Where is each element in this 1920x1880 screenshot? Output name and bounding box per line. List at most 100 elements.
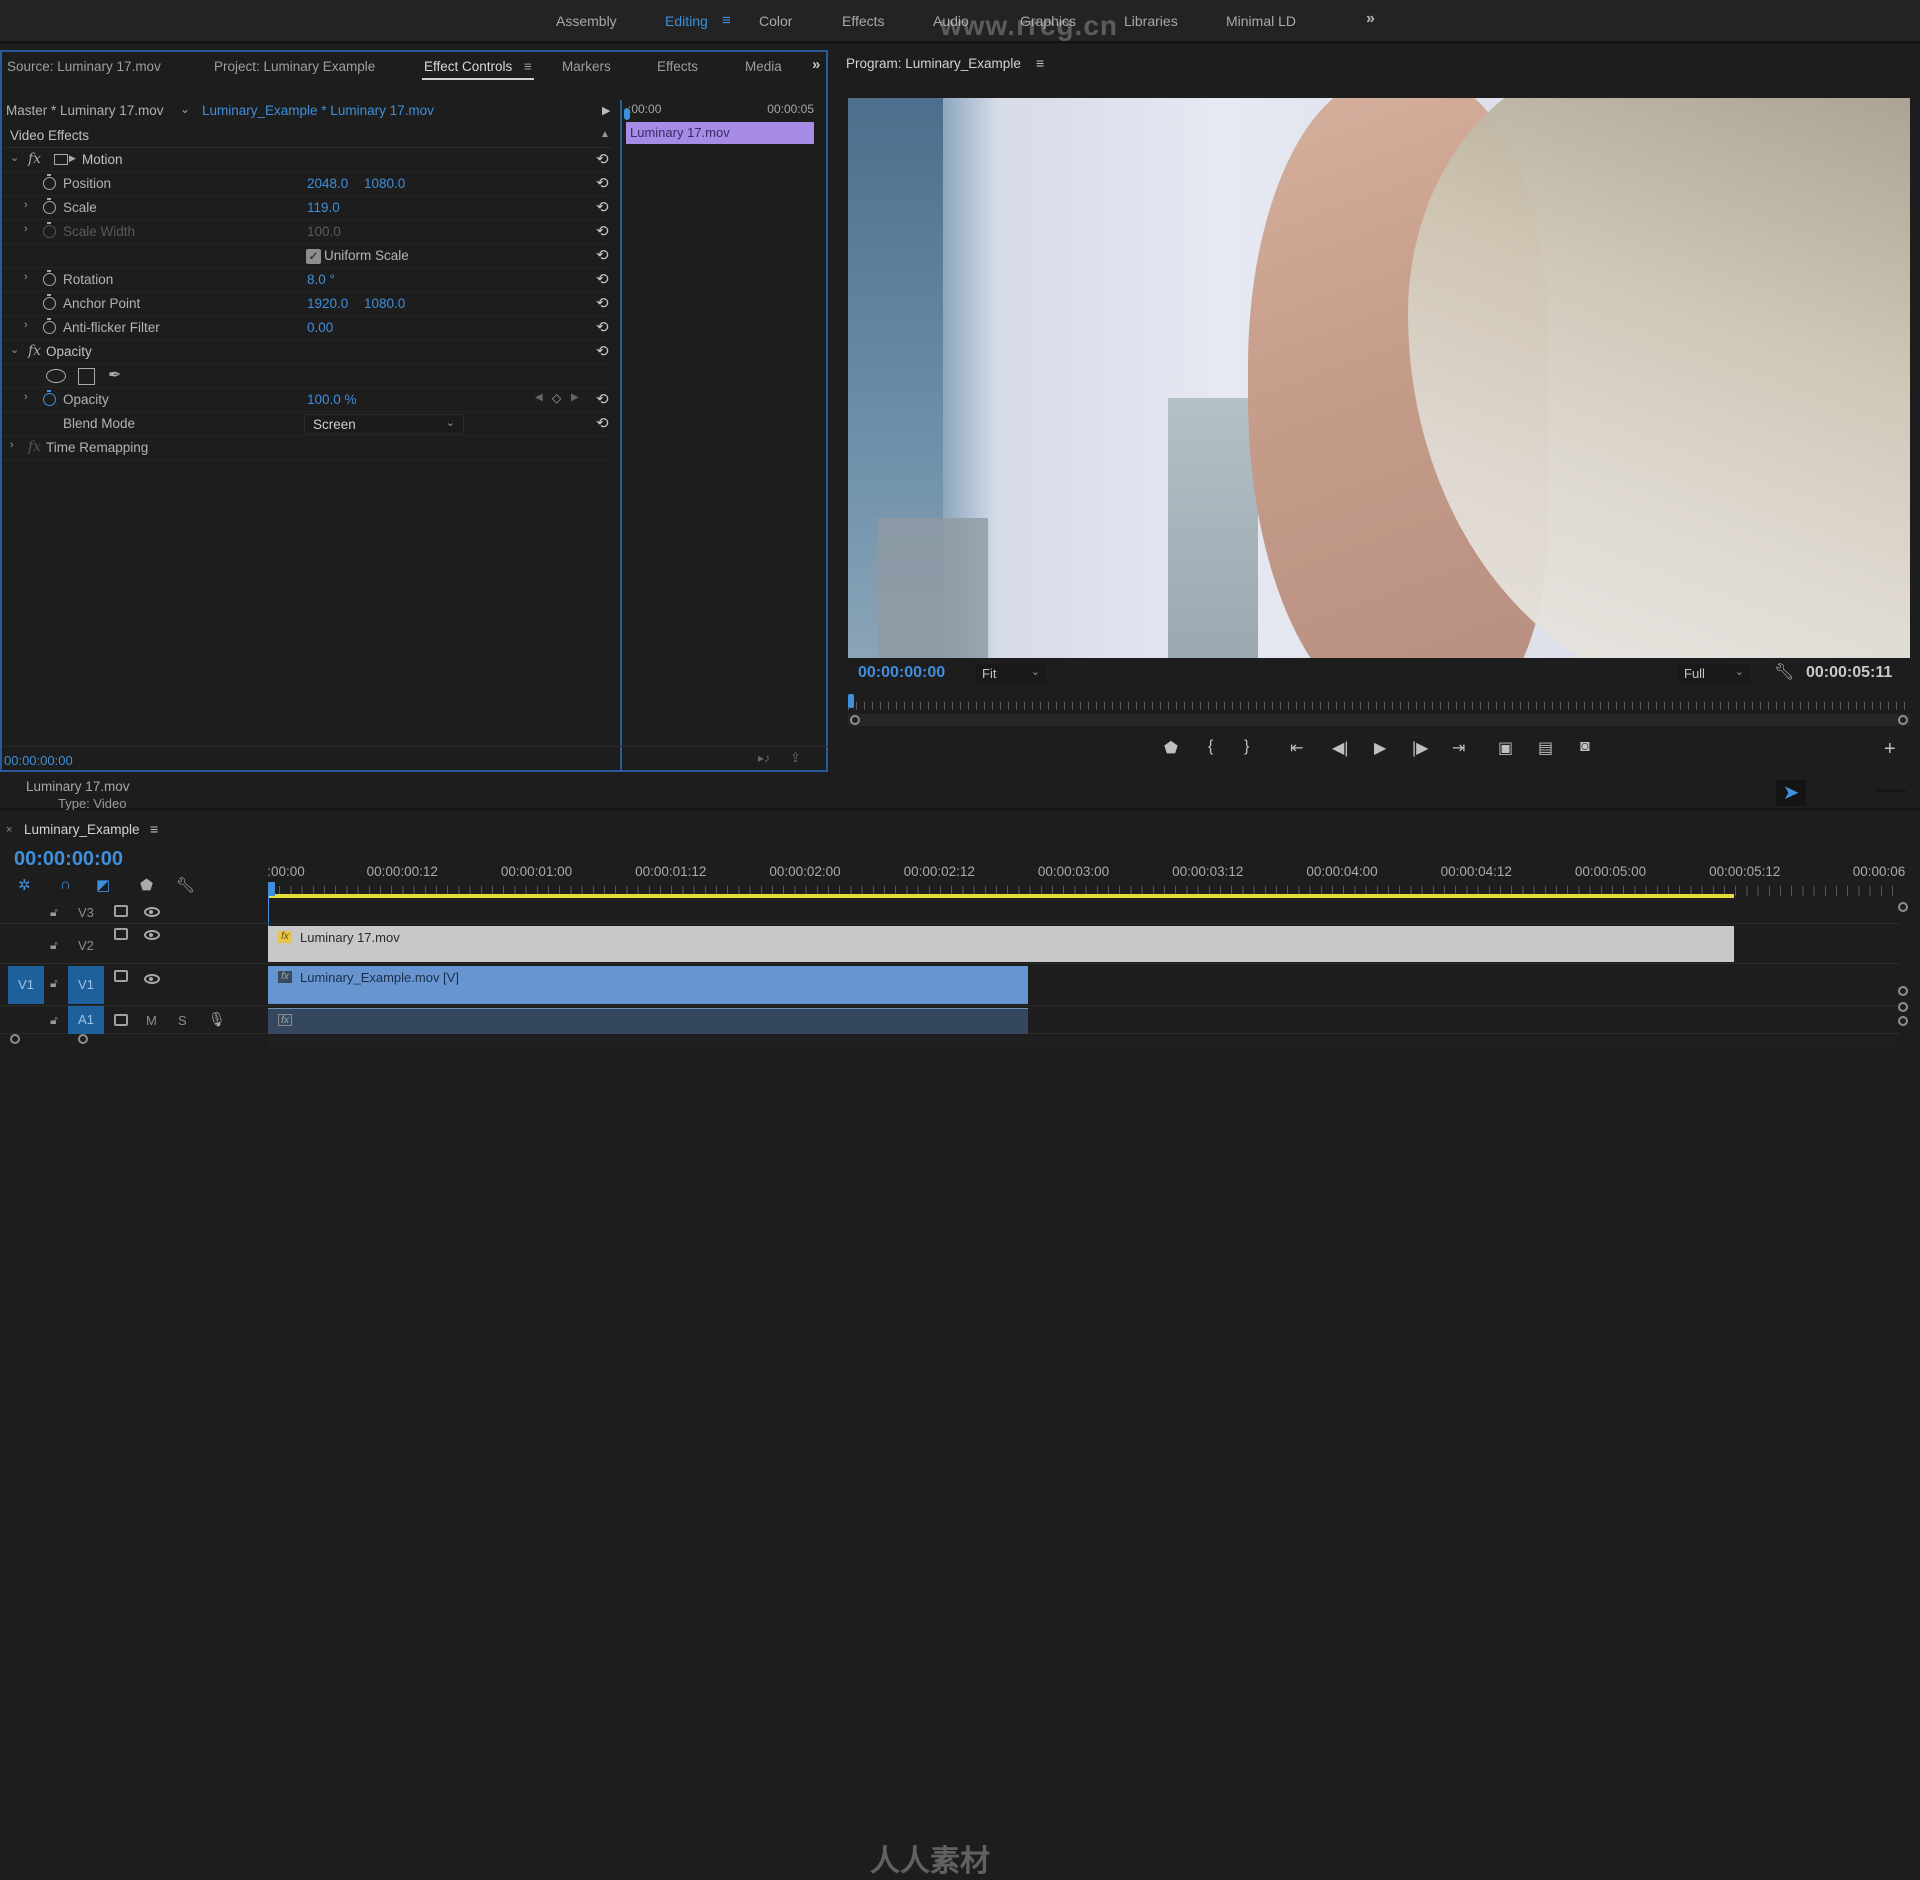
mute-button[interactable]: M (146, 1013, 157, 1028)
workspace-menu-icon[interactable]: ≡ (722, 12, 731, 29)
selection-tool-icon[interactable]: ➤ (1776, 780, 1806, 806)
fx-toggle-icon[interactable]: fx (28, 151, 41, 167)
add-keyframe-icon[interactable]: ◇ (552, 391, 561, 405)
tab-markers[interactable]: Markers (562, 59, 611, 74)
tab-media[interactable]: Media (745, 59, 782, 74)
stopwatch-icon[interactable] (43, 390, 56, 406)
horizontal-scrollbar[interactable] (268, 1038, 1898, 1048)
position-y-value[interactable]: 1080.0 (364, 176, 405, 191)
sequence-clip-label[interactable]: Luminary_Example * Luminary 17.mov (202, 103, 434, 118)
reset-icon[interactable]: ⟲ (596, 390, 609, 408)
extract-icon[interactable]: ▤ (1538, 738, 1553, 758)
play-audio-icon[interactable]: ▸♪ (758, 751, 770, 765)
eye-icon[interactable] (144, 974, 160, 984)
nest-sequence-icon[interactable]: ✲ (18, 876, 31, 894)
snap-magnet-icon[interactable]: ∩ (60, 876, 71, 893)
chevron-right-icon[interactable]: › (24, 271, 28, 283)
program-monitor-title[interactable]: Program: Luminary_Example (846, 56, 1021, 71)
workspace-editing[interactable]: Editing (665, 13, 708, 29)
program-playhead[interactable] (848, 694, 854, 708)
timeline-clip[interactable]: fx Luminary_Example.mov [V] (268, 966, 1028, 1004)
chevron-right-icon[interactable]: › (24, 391, 28, 403)
chevron-right-icon[interactable]: › (10, 439, 14, 451)
track-target-v1[interactable]: V1 (68, 966, 104, 1004)
lock-icon[interactable]: 🔓︎ (50, 938, 58, 953)
panel-menu-icon[interactable]: ≡ (150, 821, 158, 837)
reset-icon[interactable]: ⟲ (596, 294, 609, 312)
mark-in-icon[interactable]: { (1208, 738, 1213, 756)
reset-icon[interactable]: ⟲ (596, 318, 609, 336)
opacity-effect-header[interactable]: ⌄ fx Opacity ⟲ (2, 340, 612, 364)
workspace-assembly[interactable]: Assembly (556, 13, 617, 29)
export-icon[interactable]: ⇪ (790, 750, 801, 766)
anchor-y-value[interactable]: 1080.0 (364, 296, 405, 311)
timeline-current-time[interactable]: 00:00:00:00 (14, 848, 123, 871)
track-label[interactable]: V2 (78, 938, 94, 953)
lift-icon[interactable]: ▣ (1498, 738, 1513, 758)
sequence-tab[interactable]: Luminary_Example (24, 822, 140, 837)
tab-project[interactable]: Project: Luminary Example (214, 59, 375, 74)
uniform-scale-checkbox[interactable]: ✓ (306, 249, 321, 264)
track-height-handle[interactable] (10, 1034, 20, 1044)
collapse-up-icon[interactable]: ▲ (600, 129, 610, 140)
add-marker-icon[interactable]: ⬟ (140, 876, 153, 894)
ellipse-mask-icon[interactable] (46, 369, 66, 383)
workspace-effects[interactable]: Effects (842, 13, 885, 29)
reset-icon[interactable]: ⟲ (596, 342, 609, 360)
opacity-value[interactable]: 100.0 % (307, 392, 357, 407)
timeline-playhead[interactable] (268, 882, 275, 896)
vertical-scrollbar[interactable] (1898, 902, 1910, 1032)
eye-icon[interactable] (144, 930, 160, 940)
motion-effect-header[interactable]: ⌄ fx ▶ Motion ⟲ (2, 148, 612, 172)
scale-value[interactable]: 119.0 (307, 200, 340, 215)
mark-out-icon[interactable]: } (1244, 738, 1249, 756)
program-zoom-scrollbar[interactable] (848, 714, 1910, 726)
chevron-down-icon[interactable]: ⌄ (10, 343, 19, 356)
workspace-minimal-ld[interactable]: Minimal LD (1226, 13, 1296, 29)
blend-mode-select[interactable]: Screen ⌄ (304, 414, 464, 434)
zoom-handle-left[interactable] (850, 715, 860, 725)
chevron-right-icon[interactable]: › (24, 319, 28, 331)
reset-icon[interactable]: ⟲ (596, 246, 609, 264)
stopwatch-icon[interactable] (43, 174, 56, 190)
chevron-down-icon[interactable]: ⌄ (10, 151, 19, 164)
marker-icon[interactable]: ⬟ (1164, 738, 1178, 758)
solo-button[interactable]: S (178, 1013, 187, 1028)
microphone-icon[interactable]: 🎙︎ (208, 1011, 226, 1028)
stopwatch-icon[interactable] (43, 318, 56, 334)
go-to-in-icon[interactable]: ⇤ (1290, 738, 1303, 758)
resolution-select[interactable]: Full ⌄ (1678, 664, 1750, 684)
chevron-down-icon[interactable]: ⌄ (180, 102, 190, 116)
tab-menu-icon[interactable]: ≡ (524, 59, 532, 74)
reset-icon[interactable]: ⟲ (596, 150, 609, 168)
rectangle-mask-icon[interactable] (78, 368, 95, 385)
work-area-bar[interactable] (268, 894, 1734, 898)
timeline-clip[interactable]: fx Luminary 17.mov (268, 926, 1734, 962)
panel-menu-icon[interactable]: ≡ (1036, 55, 1044, 71)
timeline-audio-clip[interactable]: fx (268, 1008, 1028, 1034)
step-forward-icon[interactable]: |▶ (1412, 738, 1428, 758)
sync-lock-icon[interactable] (114, 905, 128, 917)
eye-icon[interactable] (144, 907, 160, 917)
source-patch-v1[interactable]: V1 (8, 966, 44, 1004)
track-height-handle[interactable] (78, 1034, 88, 1044)
sync-lock-icon[interactable] (114, 928, 128, 940)
program-time-ruler[interactable] (848, 696, 1910, 714)
zoom-level-select[interactable]: Fit ⌄ (976, 664, 1046, 684)
reset-icon[interactable]: ⟲ (596, 270, 609, 288)
anti-flicker-value[interactable]: 0.00 (307, 320, 333, 335)
sync-lock-icon[interactable] (114, 1014, 128, 1026)
workspace-color[interactable]: Color (759, 13, 792, 29)
program-current-time[interactable]: 00:00:00:00 (858, 664, 945, 682)
linked-selection-icon[interactable]: ◩ (96, 876, 110, 894)
lock-icon[interactable]: 🔓︎ (50, 1013, 58, 1028)
go-to-out-icon[interactable]: ⇥ (1452, 738, 1465, 758)
reset-icon[interactable]: ⟲ (596, 174, 609, 192)
workspace-libraries[interactable]: Libraries (1124, 13, 1178, 29)
position-x-value[interactable]: 2048.0 (307, 176, 348, 191)
scroll-handle[interactable] (1898, 902, 1908, 912)
master-clip-label[interactable]: Master * Luminary 17.mov (6, 103, 164, 118)
export-frame-icon[interactable]: ◙ (1580, 738, 1590, 756)
mini-timeline-clip[interactable]: Luminary 17.mov (626, 122, 814, 144)
next-keyframe-icon[interactable]: ▶ (571, 392, 579, 403)
